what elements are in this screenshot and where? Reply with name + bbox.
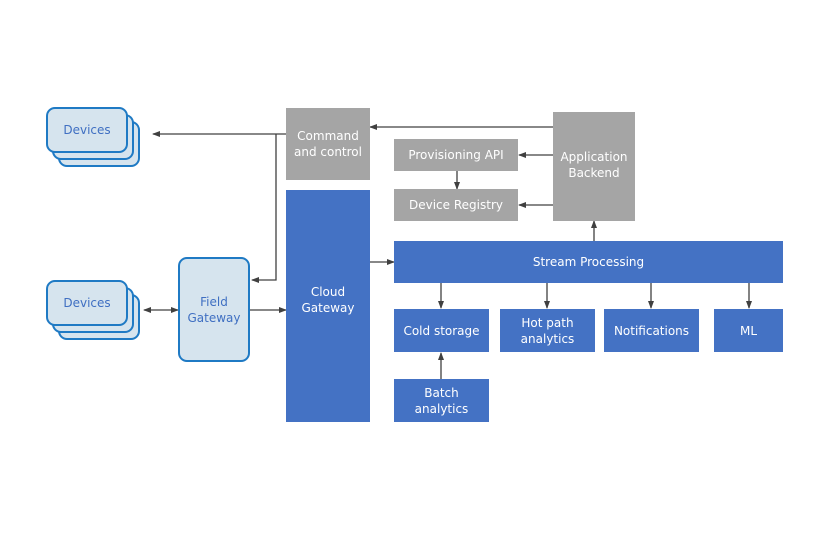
cold-storage-label: Cold storage xyxy=(403,323,480,338)
hot-path-analytics-label: Hot path analytics xyxy=(520,315,575,346)
devices-bottom-label: Devices xyxy=(63,296,111,310)
cloud-gateway-label: Cloud Gateway xyxy=(301,285,355,315)
hot-path-analytics[interactable]: Hot path analytics xyxy=(500,309,595,352)
provisioning-api-label: Provisioning API xyxy=(408,148,504,162)
field-gateway-label: Field Gateway xyxy=(187,294,241,325)
command-and-control[interactable]: Command and control xyxy=(286,108,370,180)
devices-bottom: Devices xyxy=(46,280,128,326)
batch-analytics-label: Batch analytics xyxy=(414,385,469,416)
ml[interactable]: ML xyxy=(714,309,783,352)
notifications[interactable]: Notifications xyxy=(604,309,699,352)
devices-top: Devices xyxy=(46,107,128,153)
batch-analytics[interactable]: Batch analytics xyxy=(394,379,489,422)
command-and-control-label: Command and control xyxy=(294,129,362,159)
devices-bottom-stack[interactable]: Devices xyxy=(46,280,146,342)
field-gateway[interactable]: Field Gateway xyxy=(178,257,250,362)
stream-processing-label: Stream Processing xyxy=(532,255,645,269)
device-registry[interactable]: Device Registry xyxy=(394,189,518,221)
cold-storage[interactable]: Cold storage xyxy=(394,309,489,352)
notifications-label: Notifications xyxy=(613,323,690,338)
cloud-gateway[interactable]: Cloud Gateway xyxy=(286,190,370,422)
devices-top-label: Devices xyxy=(63,123,111,137)
stream-processing[interactable]: Stream Processing xyxy=(394,241,783,283)
devices-top-stack[interactable]: Devices xyxy=(46,107,146,169)
application-backend[interactable]: Application Backend xyxy=(553,112,635,221)
arrow-command-to-field-gateway xyxy=(251,134,277,283)
device-registry-label: Device Registry xyxy=(409,198,503,212)
ml-label: ML xyxy=(739,323,758,338)
application-backend-label: Application Backend xyxy=(560,150,628,180)
provisioning-api[interactable]: Provisioning API xyxy=(394,139,518,171)
